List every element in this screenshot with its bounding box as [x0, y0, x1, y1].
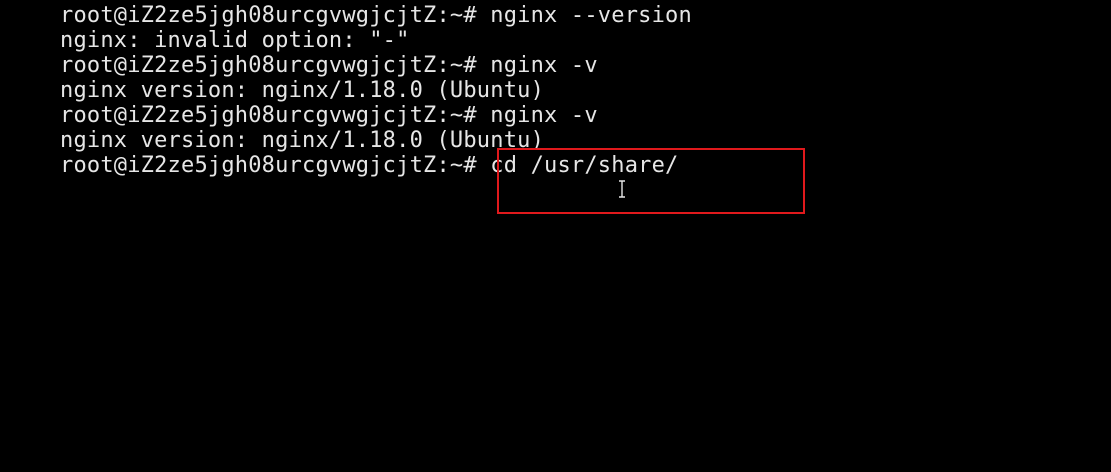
terminal-line: root@iZ2ze5jgh08urcgvwgjcjtZ:~# nginx --… — [60, 3, 692, 28]
terminal-window[interactable]: root@iZ2ze5jgh08urcgvwgjcjtZ:~# nginx --… — [0, 0, 1111, 472]
command-highlight-box — [497, 148, 805, 214]
terminal-line: root@iZ2ze5jgh08urcgvwgjcjtZ:~# nginx -v — [60, 103, 598, 128]
terminal-line: nginx: invalid option: "-" — [60, 28, 410, 53]
terminal-line: nginx version: nginx/1.18.0 (Ubuntu) — [60, 78, 545, 103]
i-beam-cursor-icon — [619, 180, 625, 198]
terminal-line: root@iZ2ze5jgh08urcgvwgjcjtZ:~# nginx -v — [60, 53, 598, 78]
